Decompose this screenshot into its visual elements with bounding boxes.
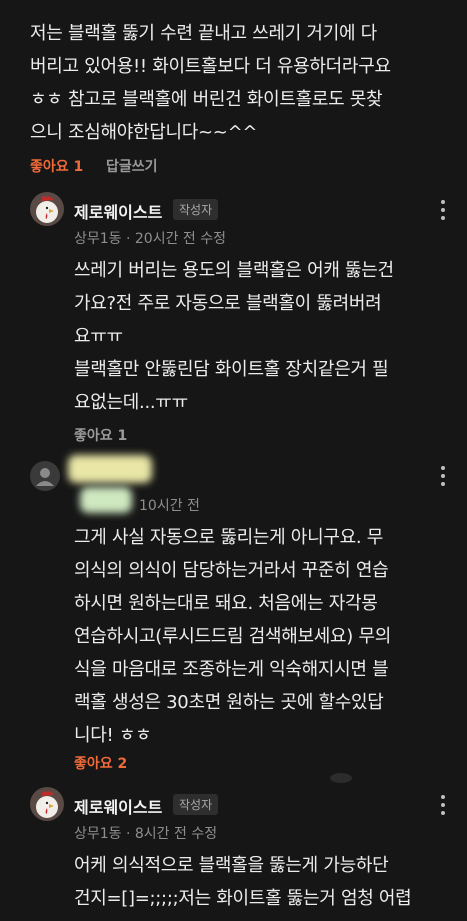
reply-line: 랙홀 생성은 30초면 원하는 곳에 할수있답 — [74, 692, 384, 713]
comment-meta: 상무1동 · 8시간 전 수정 — [74, 826, 218, 842]
reply-body: 어케 의식적으로 블랙홀을 뚫는게 가능하단 건지=[]=;;;;;저는 화이트… — [74, 849, 412, 915]
author-badge: 작성자 — [173, 199, 219, 220]
comment-line: 으니 조심해야한답니다~~^^ — [30, 122, 258, 143]
reply-line: 요없는데...ㅠㅠ — [74, 392, 188, 413]
reply-line: 어케 의식적으로 블랙홀을 뚫는게 가능하단 — [74, 855, 389, 876]
reply-line: 건지=[]=;;;;;저는 화이트홀 뚫는거 엄청 어렵 — [74, 888, 412, 909]
reply-line: 하시면 원하는대로 돼요. 처음에는 자각몽 — [74, 593, 378, 614]
author-badge: 작성자 — [173, 794, 219, 815]
more-options-icon[interactable] — [433, 200, 453, 220]
like-button[interactable]: 좋아요 1 — [30, 156, 83, 176]
blurred-author-name — [68, 455, 152, 483]
reply-line: 그게 사실 자동으로 뚫리는게 아니구요. 무 — [74, 527, 383, 548]
comment-line: ㅎㅎ 참고로 블랙홀에 버린건 화이트홀로도 못찾 — [30, 89, 383, 110]
reply-body: 그게 사실 자동으로 뚫리는게 아니구요. 무 의식의 의식이 담당하는거라서 … — [74, 521, 391, 752]
more-options-icon[interactable] — [433, 795, 453, 815]
reply-line: 니다! ㅎㅎ — [74, 725, 152, 746]
reply-line: 가요?전 주로 자동으로 블랙홀이 뚫려버려 — [74, 293, 382, 314]
rooster-avatar-icon — [30, 192, 64, 226]
comment-time: 10시간 전 — [139, 498, 200, 514]
comment-line: 버리고 있어용!! 화이트홀보다 더 유용하더라구요 — [30, 56, 391, 77]
default-avatar-icon[interactable] — [30, 461, 60, 491]
reply-line: 블랙홀만 안뚫린담 화이트홀 장치같은거 필 — [74, 359, 389, 380]
rooster-avatar-icon — [30, 787, 64, 821]
reply-body: 쓰레기 버리는 용도의 블랙홀은 어캐 뚫는건 가요?전 주로 자동으로 블랙홀… — [74, 254, 394, 419]
author-name[interactable]: 제로웨이스트 — [74, 794, 162, 818]
reply-line: 식을 마음대로 조종하는게 익숙해지시면 블 — [74, 659, 389, 680]
like-button[interactable]: 좋아요 1 — [74, 425, 127, 445]
avatar[interactable] — [30, 787, 64, 821]
reply-button[interactable]: 답글쓰기 — [106, 156, 158, 176]
author-name[interactable]: 제로웨이스트 — [74, 199, 162, 223]
like-button[interactable]: 좋아요 2 — [74, 753, 127, 773]
comment-meta: 상무1동 · 20시간 전 수정 — [74, 231, 227, 247]
comment-line: 저는 블랙홀 뚫기 수련 끝내고 쓰레기 거기에 다 — [30, 23, 377, 44]
comment-body: 저는 블랙홀 뚫기 수련 끝내고 쓰레기 거기에 다 버리고 있어용!! 화이트… — [30, 17, 391, 149]
smudge — [330, 773, 352, 783]
reply-line: 요ㅠㅠ — [74, 326, 123, 347]
reply-line: 의식의 의식이 담당하는거라서 꾸준히 연습 — [74, 560, 389, 581]
more-options-icon[interactable] — [433, 466, 453, 486]
blurred-location — [80, 487, 132, 513]
reply-line: 쓰레기 버리는 용도의 블랙홀은 어캐 뚫는건 — [74, 260, 394, 281]
reply-line: 연습하시고(루시드드림 검색해보세요) 무의 — [74, 626, 391, 647]
avatar[interactable] — [30, 192, 64, 226]
